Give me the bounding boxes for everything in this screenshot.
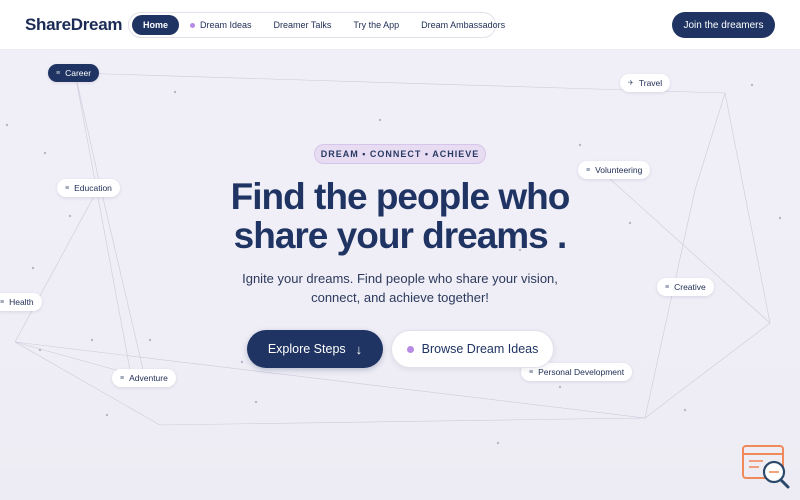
nav-item-dream-ideas[interactable]: Dream Ideas: [179, 15, 263, 35]
tag-career[interactable]: ≡ Career: [48, 64, 100, 82]
tag-label: Health: [9, 297, 34, 307]
tag-label: Adventure: [129, 373, 168, 383]
nav-item-label: Home: [143, 20, 169, 30]
bars-icon: ≡: [0, 298, 5, 306]
tag-label: Creative: [674, 282, 706, 292]
bars-icon: ≡: [665, 283, 670, 291]
nav-item-try-the-app[interactable]: Try the App: [342, 15, 410, 35]
tag-label: Education: [74, 183, 112, 193]
headline-line-1: Find the people who: [230, 176, 571, 217]
tag-label: Volunteering: [595, 165, 643, 175]
headline-line-2: share your dreams .: [233, 215, 568, 256]
hero-headline: Find the people who share your dreams .: [150, 177, 650, 255]
join-button[interactable]: Join the dreamers: [672, 12, 775, 38]
button-label: Browse Dream Ideas: [421, 342, 539, 356]
subtitle-line-1: Ignite your dreams. Find people who shar…: [242, 271, 558, 286]
plane-icon: ✈: [628, 80, 634, 87]
arrow-down-icon: ↓: [355, 341, 363, 357]
nav-item-label: Dreamer Talks: [273, 20, 332, 30]
bars-icon: ≡: [56, 69, 61, 77]
hero-badge: DREAM • CONNECT • ACHIEVE: [314, 144, 486, 164]
nav-item-home[interactable]: Home: [132, 15, 180, 35]
tag-health[interactable]: ≡ Health: [0, 293, 42, 311]
main-nav: Home Dream Ideas Dreamer Talks Try the A…: [128, 12, 505, 38]
bars-icon: ≡: [65, 184, 70, 192]
nav-item-label: Dream Ambassadors: [421, 20, 506, 30]
nav-item-label: Dream Ideas: [200, 20, 252, 30]
purple-dot-icon: [190, 22, 196, 28]
bars-icon: ≡: [120, 374, 125, 382]
browse-dream-ideas-button[interactable]: Browse Dream Ideas: [391, 330, 554, 368]
hero-subtitle: Ignite your dreams. Find people who shar…: [200, 269, 600, 307]
nav-item-dreamer-talks[interactable]: Dreamer Talks: [263, 15, 343, 35]
button-label: Explore Steps: [267, 342, 346, 356]
nav-item-dream-ambassadors[interactable]: Dream Ambassadors: [410, 15, 516, 35]
tag-label: Personal Development: [538, 367, 625, 377]
tag-education[interactable]: ≡ Education: [57, 179, 120, 197]
bars-icon: ≡: [529, 368, 534, 376]
subtitle-line-2: connect, and achieve together!: [311, 290, 489, 305]
purple-dot-icon: [406, 345, 414, 353]
brand-logo[interactable]: ShareDream: [25, 15, 122, 35]
tag-label: Career: [65, 68, 92, 78]
tag-adventure[interactable]: ≡ Adventure: [112, 369, 176, 387]
search-document-icon[interactable]: [741, 443, 791, 489]
tag-label: Travel: [638, 78, 663, 88]
explore-steps-button[interactable]: Explore Steps ↓: [247, 330, 383, 368]
tag-travel[interactable]: ✈ Travel: [620, 74, 671, 92]
network-background: [5, 72, 782, 445]
site-header: ShareDream Home Dream Ideas Dreamer Talk…: [0, 0, 800, 50]
tag-creative[interactable]: ≡ Creative: [657, 278, 714, 296]
bars-icon: ≡: [586, 166, 591, 174]
bottom-band: [0, 470, 800, 500]
nav-item-label: Try the App: [353, 20, 400, 30]
